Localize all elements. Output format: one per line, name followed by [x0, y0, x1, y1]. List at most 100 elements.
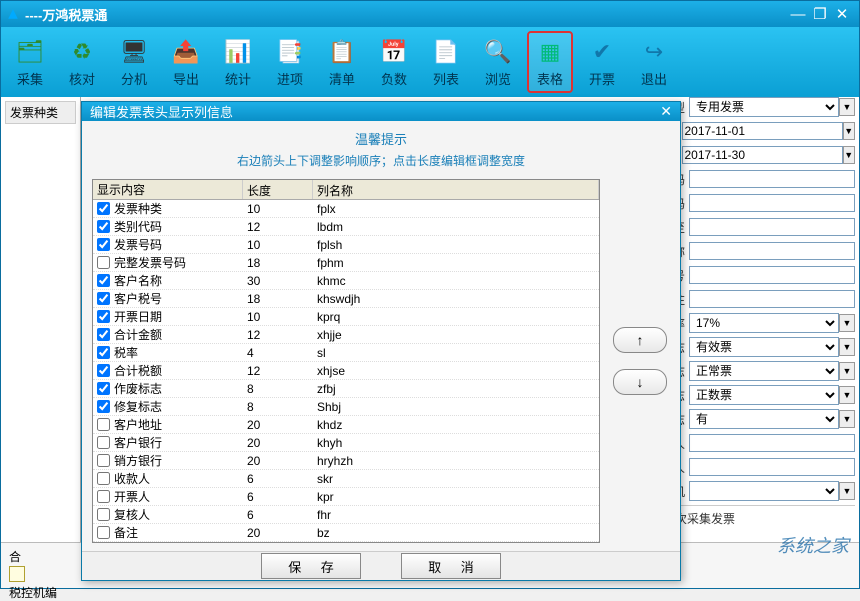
move-down-button[interactable]: ↓: [613, 369, 667, 395]
column-visible-checkbox[interactable]: [97, 346, 110, 359]
grid-row[interactable]: 类别代码12lbdm: [93, 218, 599, 236]
grid-row[interactable]: 完整发票号码 18fphm: [93, 254, 599, 272]
column-visible-checkbox[interactable]: [97, 274, 110, 287]
column-display-name: 开票日期: [114, 308, 162, 325]
dialog-hint-title: 温馨提示: [82, 121, 680, 152]
column-visible-checkbox[interactable]: [97, 436, 110, 449]
columns-grid: 显示内容 长度 列名称 发票种类10fplx类别代码12lbdm发票号码10fp…: [92, 179, 600, 543]
grid-row[interactable]: 客户税号 18khswdjh: [93, 290, 599, 308]
column-length[interactable]: 10: [243, 310, 313, 324]
column-visible-checkbox[interactable]: [97, 292, 110, 305]
column-visible-checkbox[interactable]: [97, 418, 110, 431]
column-length[interactable]: 12: [243, 364, 313, 378]
grid-header-length: 长度: [243, 180, 313, 199]
column-display-name: 客户税号: [114, 290, 162, 307]
column-display-name: 客户地址: [114, 416, 162, 433]
column-visible-checkbox[interactable]: [97, 490, 110, 503]
dialog-mask: 编辑发票表头显示列信息 ✕ 温馨提示 右边箭头上下调整影响顺序；点击长度编辑框调…: [1, 1, 859, 588]
dialog-button-bar: 保 存 取 消: [82, 551, 680, 580]
column-visible-checkbox[interactable]: [97, 238, 110, 251]
column-length[interactable]: 10: [243, 238, 313, 252]
grid-row[interactable]: 销方银行 20hryhzh: [93, 452, 599, 470]
grid-row[interactable]: 发票种类10fplx: [93, 200, 599, 218]
grid-header: 显示内容 长度 列名称: [93, 180, 599, 200]
column-visible-checkbox[interactable]: [97, 454, 110, 467]
column-length[interactable]: 20: [243, 526, 313, 540]
column-field-name: zfbj: [313, 382, 599, 396]
grid-row[interactable]: 客户银行 20khyh: [93, 434, 599, 452]
column-display-name: 复核人: [114, 506, 150, 523]
grid-body[interactable]: 发票种类10fplx类别代码12lbdm发票号码10fplsh完整发票号码18f…: [93, 200, 599, 542]
column-length[interactable]: 30: [243, 274, 313, 288]
column-display-name: 销方银行: [114, 452, 162, 469]
column-display-name: 开票人: [114, 488, 150, 505]
column-field-name: hryhzh: [313, 454, 599, 468]
dialog-title: 编辑发票表头显示列信息: [90, 102, 660, 121]
move-up-button[interactable]: ↑: [613, 327, 667, 353]
grid-row[interactable]: 客户名称30khmc: [93, 272, 599, 290]
column-display-name: 类别代码: [114, 218, 162, 235]
column-length[interactable]: 4: [243, 346, 313, 360]
column-visible-checkbox[interactable]: [97, 220, 110, 233]
grid-row[interactable]: 修复标志8Shbj: [93, 398, 599, 416]
column-length[interactable]: 20: [243, 436, 313, 450]
column-length[interactable]: 6: [243, 472, 313, 486]
column-length[interactable]: 10: [243, 202, 313, 216]
column-field-name: xhjse: [313, 364, 599, 378]
grid-row[interactable]: 开票人6kpr: [93, 488, 599, 506]
column-field-name: xhjje: [313, 328, 599, 342]
column-length[interactable]: 12: [243, 328, 313, 342]
reorder-buttons: ↑ ↓: [610, 179, 670, 543]
grid-header-colname: 列名称: [313, 180, 599, 199]
grid-row[interactable]: 收款人6skr: [93, 470, 599, 488]
column-field-name: sl: [313, 346, 599, 360]
column-display-name: 税率: [114, 344, 138, 361]
grid-row[interactable]: 开票日期 10kprq: [93, 308, 599, 326]
column-visible-checkbox[interactable]: [97, 382, 110, 395]
grid-row[interactable]: 税率 4sl: [93, 344, 599, 362]
column-display-name: 收款人: [114, 470, 150, 487]
column-display-name: 合计税额: [114, 362, 162, 379]
column-length[interactable]: 6: [243, 490, 313, 504]
column-visible-checkbox[interactable]: [97, 256, 110, 269]
column-length[interactable]: 8: [243, 400, 313, 414]
column-visible-checkbox[interactable]: [97, 400, 110, 413]
column-field-name: khswdjh: [313, 292, 599, 306]
grid-row[interactable]: 备注20bz: [93, 524, 599, 542]
column-field-name: fphm: [313, 256, 599, 270]
column-visible-checkbox[interactable]: [97, 508, 110, 521]
column-length[interactable]: 12: [243, 220, 313, 234]
column-field-name: khdz: [313, 418, 599, 432]
column-length[interactable]: 20: [243, 418, 313, 432]
cancel-button[interactable]: 取 消: [401, 553, 501, 579]
column-length[interactable]: 8: [243, 382, 313, 396]
column-length[interactable]: 20: [243, 454, 313, 468]
grid-row[interactable]: 客户地址 20khdz: [93, 416, 599, 434]
grid-row[interactable]: 合计税额 12xhjse: [93, 362, 599, 380]
grid-row[interactable]: 发票号码10fplsh: [93, 236, 599, 254]
column-visible-checkbox[interactable]: [97, 364, 110, 377]
grid-row[interactable]: 作废标志8zfbj: [93, 380, 599, 398]
column-display-name: 备注: [114, 524, 138, 541]
save-button[interactable]: 保 存: [261, 553, 361, 579]
column-length[interactable]: 18: [243, 256, 313, 270]
dialog-close-button[interactable]: ✕: [660, 103, 672, 120]
column-visible-checkbox[interactable]: [97, 202, 110, 215]
column-field-name: fhr: [313, 508, 599, 522]
column-visible-checkbox[interactable]: [97, 328, 110, 341]
column-display-name: 合计金额: [114, 326, 162, 343]
column-display-name: 完整发票号码: [114, 254, 186, 271]
column-visible-checkbox[interactable]: [97, 310, 110, 323]
column-editor-dialog: 编辑发票表头显示列信息 ✕ 温馨提示 右边箭头上下调整影响顺序；点击长度编辑框调…: [81, 101, 681, 581]
column-visible-checkbox[interactable]: [97, 472, 110, 485]
grid-row[interactable]: 合计金额 12xhjje: [93, 326, 599, 344]
column-field-name: fplx: [313, 202, 599, 216]
grid-row[interactable]: 复核人 6fhr: [93, 506, 599, 524]
column-field-name: khmc: [313, 274, 599, 288]
column-visible-checkbox[interactable]: [97, 526, 110, 539]
column-display-name: 客户银行: [114, 434, 162, 451]
column-length[interactable]: 18: [243, 292, 313, 306]
column-length[interactable]: 6: [243, 508, 313, 522]
column-field-name: kprq: [313, 310, 599, 324]
column-field-name: khyh: [313, 436, 599, 450]
